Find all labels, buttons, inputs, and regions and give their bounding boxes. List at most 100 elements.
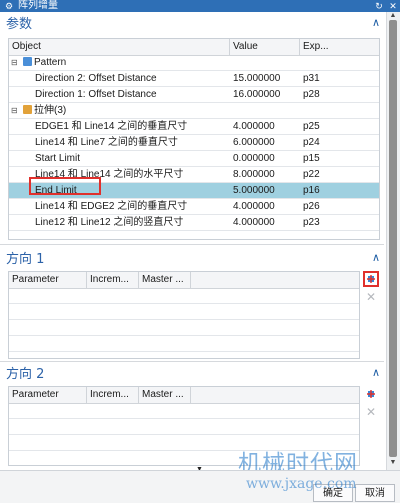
value-cell[interactable]: 4.000000	[233, 215, 299, 230]
table-row[interactable]	[9, 320, 359, 336]
expression-cell: p22	[303, 169, 320, 180]
expression-cell: p16	[303, 185, 320, 196]
object-cell: 拉伸(3)	[23, 103, 228, 118]
object-label: Start Limit	[35, 153, 81, 164]
cancel-button[interactable]: 取消	[355, 484, 395, 502]
table-row[interactable]	[9, 288, 359, 304]
column-header-value[interactable]: Value	[230, 39, 300, 55]
object-label: Direction 2: Offset Distance	[35, 73, 157, 84]
value-cell[interactable]: 4.000000	[233, 199, 299, 214]
table-row[interactable]: Line14 和 Line7 之间的垂直尺寸 6.000000 p24	[9, 135, 379, 151]
expression-cell: p25	[303, 121, 320, 132]
table-row[interactable]: Direction 1: Offset Distance 16.000000 p28	[9, 87, 379, 103]
object-label: EDGE1 和 Line14 之间的垂直尺寸	[35, 121, 188, 132]
object-cell: Line14 和 Line7 之间的垂直尺寸	[35, 135, 228, 150]
add-cursor-icon	[367, 390, 375, 398]
value-cell[interactable]	[233, 103, 299, 118]
window-title: 阵列增量	[18, 0, 58, 11]
gear-icon: ⚙	[4, 0, 14, 11]
delete-x-icon: ✕	[365, 405, 377, 419]
value-cell[interactable]	[233, 55, 299, 70]
object-cell: Direction 1: Offset Distance	[35, 87, 228, 102]
column-header-master[interactable]: Master ...	[139, 387, 191, 403]
expression-cell: p15	[303, 153, 320, 164]
column-header-parameter[interactable]: Parameter	[9, 387, 87, 403]
extrude-icon	[23, 105, 32, 114]
column-header-increment[interactable]: Increm...	[87, 387, 139, 403]
value-cell[interactable]: 5.000000	[233, 183, 299, 198]
direction1-grid[interactable]: Parameter Increm... Master ...	[8, 271, 360, 359]
expression-cell: p24	[303, 137, 320, 148]
remove-parameter-button[interactable]: ✕	[363, 289, 379, 305]
params-section-header[interactable]: 参数 ∧	[0, 14, 384, 32]
object-cell: Start Limit	[35, 151, 228, 166]
table-row[interactable]: Direction 2: Offset Distance 15.000000 p31	[9, 71, 379, 87]
column-header-increment[interactable]: Increm...	[87, 272, 139, 288]
params-grid-header: Object Value Exp...	[9, 39, 379, 56]
add-cursor-icon	[367, 275, 375, 283]
table-row[interactable]: Line14 和 EDGE2 之间的垂直尺寸 4.000000 p26	[9, 199, 379, 215]
chevron-up-icon[interactable]: ∧	[368, 366, 384, 379]
add-parameter-button-2[interactable]	[363, 386, 379, 402]
watermark-url: www.jxage.com	[246, 476, 357, 492]
chevron-up-icon[interactable]: ∧	[368, 16, 384, 29]
scroll-down-arrow-icon[interactable]: ▼	[386, 459, 400, 469]
chevron-up-icon[interactable]: ∧	[368, 251, 384, 264]
params-grid[interactable]: Object Value Exp... ⊟ Pattern Direction 2:…	[8, 38, 380, 240]
object-label: Line12 和 Line12 之间的竖直尺寸	[35, 217, 184, 228]
column-header-expression[interactable]: Exp...	[300, 39, 379, 55]
table-row[interactable]: Line12 和 Line12 之间的竖直尺寸 4.000000 p23	[9, 215, 379, 231]
object-cell: Line12 和 Line12 之间的竖直尺寸	[35, 215, 228, 230]
value-cell[interactable]: 8.000000	[233, 167, 299, 182]
params-section-title: 参数	[6, 16, 33, 32]
expression-cell: p28	[303, 89, 320, 100]
expression-cell: p26	[303, 201, 320, 212]
column-header-master[interactable]: Master ...	[139, 272, 191, 288]
object-label: 拉伸(3)	[34, 105, 67, 116]
remove-parameter-button-2[interactable]: ✕	[363, 404, 379, 420]
value-cell[interactable]: 4.000000	[233, 119, 299, 134]
object-label: Direction 1: Offset Distance	[35, 89, 157, 100]
value-cell[interactable]: 16.000000	[233, 87, 299, 102]
object-cell: Direction 2: Offset Distance	[35, 71, 228, 86]
title-bar: ⚙ 阵列增量 ↻ ✕	[0, 0, 400, 12]
pattern-icon	[23, 57, 32, 66]
direction1-section-title: 方向 1	[6, 251, 45, 267]
add-parameter-button[interactable]	[363, 271, 379, 287]
table-row[interactable]	[9, 304, 359, 320]
value-cell[interactable]: 6.000000	[233, 135, 299, 150]
table-row[interactable]: ⊟ Pattern	[9, 55, 379, 71]
object-cell: EDGE1 和 Line14 之间的垂直尺寸	[35, 119, 228, 134]
table-row[interactable]	[9, 403, 359, 419]
table-row[interactable]	[9, 336, 359, 352]
close-icon[interactable]: ✕	[386, 0, 400, 12]
table-row[interactable]	[9, 419, 359, 435]
expression-cell	[303, 103, 377, 118]
direction2-section-title: 方向 2	[6, 366, 45, 382]
table-row[interactable]: EDGE1 和 Line14 之间的垂直尺寸 4.000000 p25	[9, 119, 379, 135]
object-label: Line14 和 EDGE2 之间的垂直尺寸	[35, 201, 188, 212]
collapse-toggle-icon[interactable]: ⊟	[11, 106, 18, 115]
direction2-section-header[interactable]: 方向 2 ∧	[0, 364, 384, 382]
expression-cell: p31	[303, 73, 320, 84]
scrollbar-thumb[interactable]	[389, 20, 397, 457]
expression-cell: p23	[303, 217, 320, 228]
end-limit-highlight-box	[29, 177, 101, 195]
expression-cell	[303, 55, 377, 70]
direction2-grid-header: Parameter Increm... Master ...	[9, 387, 359, 404]
direction1-grid-header: Parameter Increm... Master ...	[9, 272, 359, 289]
value-cell[interactable]: 15.000000	[233, 71, 299, 86]
object-label: Line14 和 Line7 之间的垂直尺寸	[35, 137, 178, 148]
collapse-toggle-icon[interactable]: ⊟	[11, 58, 18, 67]
value-cell[interactable]: 0.000000	[233, 151, 299, 166]
object-cell: Line14 和 EDGE2 之间的垂直尺寸	[35, 199, 228, 214]
direction1-section-header[interactable]: 方向 1 ∧	[0, 249, 384, 267]
table-row[interactable]: Start Limit 0.000000 p15	[9, 151, 379, 167]
object-label: Pattern	[34, 57, 67, 68]
column-header-parameter[interactable]: Parameter	[9, 272, 87, 288]
reset-icon[interactable]: ↻	[372, 0, 386, 12]
delete-x-icon: ✕	[365, 290, 377, 304]
column-header-object[interactable]: Object	[9, 39, 230, 55]
table-row[interactable]: ⊟ 拉伸(3)	[9, 103, 379, 119]
object-cell: Pattern	[23, 55, 228, 70]
